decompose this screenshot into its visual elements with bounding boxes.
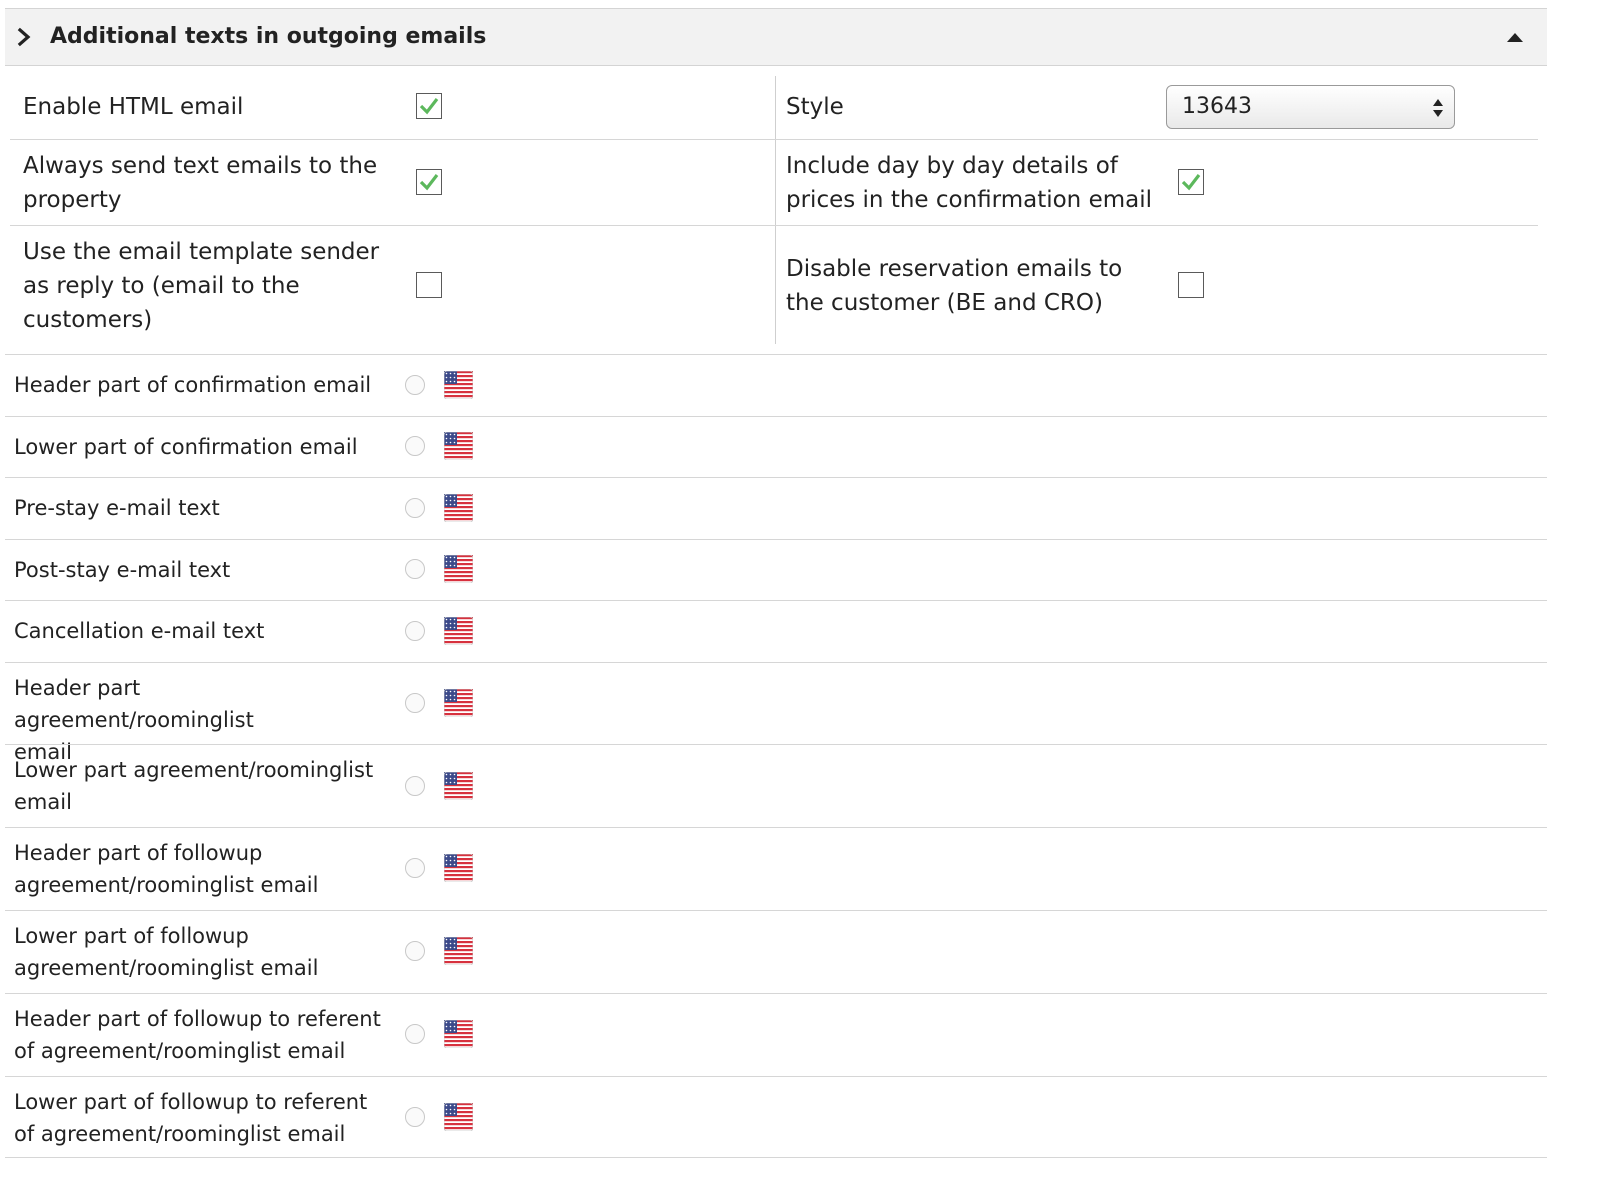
disable-reservation-emails-label: Disable reservation emails to the custom…: [786, 252, 1122, 320]
us-flag-icon[interactable]: [444, 1102, 473, 1131]
label-line: agreement/roominglist email: [14, 955, 319, 980]
email-text-row-label: Lower part agreement/roominglist email: [14, 754, 384, 818]
email-text-row: Cancellation e-mail text: [5, 600, 1547, 662]
email-text-row-label: Lower part of followup agreement/roomingl…: [14, 920, 384, 984]
email-text-row-label: Header part of confirmation email: [14, 369, 384, 401]
list-bottom-border: [5, 1157, 1547, 1158]
label-line: Lower part of followup to referent: [14, 1089, 368, 1114]
us-flag-icon[interactable]: [444, 616, 473, 645]
us-flag-icon[interactable]: [444, 432, 473, 461]
label-line: of agreement/roominglist email: [14, 1038, 346, 1063]
check-icon: [1181, 174, 1201, 191]
use-template-sender-label: Use the email template sender as reply t…: [23, 235, 379, 337]
label-line: Cancellation e-mail text: [14, 619, 265, 643]
label-line: Header part of confirmation email: [14, 373, 372, 397]
label-line: Lower part of confirmation email: [14, 434, 358, 459]
email-text-row: Header part agreement/roominglist email: [5, 661, 1547, 764]
email-text-row: Pre-stay e-mail text: [5, 477, 1547, 539]
select-arrows-icon: [1433, 99, 1443, 117]
label-line: Header part of followup: [14, 841, 263, 866]
us-flag-icon[interactable]: [444, 370, 473, 399]
row-radio[interactable]: [405, 858, 425, 879]
always-send-text-checkbox[interactable]: [416, 169, 442, 195]
row-radio[interactable]: [405, 941, 425, 962]
email-text-row-label: Lower part of confirmation email: [14, 431, 384, 463]
row-radio[interactable]: [405, 692, 425, 713]
email-text-row-label: Pre-stay e-mail text: [14, 492, 384, 524]
row-radio[interactable]: [405, 497, 425, 518]
email-text-row-label: Post-stay e-mail text: [14, 554, 384, 586]
label-line: Use the email template sender: [23, 239, 380, 265]
label-line: Lower part agreement/roominglist: [14, 758, 374, 783]
row-radio[interactable]: [405, 775, 425, 796]
style-select[interactable]: 13643: [1166, 85, 1455, 129]
label-line: of agreement/roominglist email: [14, 1121, 346, 1146]
email-text-row: Post-stay e-mail text: [5, 538, 1547, 601]
us-flag-icon[interactable]: [444, 937, 473, 966]
email-text-row-label: Header part of followup agreement/rooming…: [14, 837, 384, 901]
email-text-row: Header part of confirmation email: [5, 354, 1547, 416]
label-line: Pre-stay e-mail text: [14, 496, 220, 520]
label-line: Header part of followup to referent: [14, 1006, 381, 1031]
label-line: customers): [23, 307, 153, 333]
column-divider: [775, 76, 776, 344]
grid-separator: [10, 139, 1538, 140]
label-line: as reply to (email to the: [23, 273, 300, 299]
label-line: Include day by day details of: [786, 153, 1118, 179]
label-line: the customer (BE and CRO): [786, 290, 1103, 316]
us-flag-icon[interactable]: [444, 854, 473, 883]
row-radio[interactable]: [405, 620, 425, 641]
row-radio[interactable]: [405, 374, 425, 395]
row-radio[interactable]: [405, 1024, 425, 1045]
email-text-row: Lower part of confirmation email: [5, 415, 1547, 478]
panel-header[interactable]: Additional texts in outgoing emails: [5, 8, 1547, 66]
row-radio[interactable]: [405, 559, 425, 580]
email-text-row: Lower part agreement/roominglist email: [5, 744, 1547, 827]
email-text-row-label: Cancellation e-mail text: [14, 615, 384, 647]
label-line: Always send text emails to the: [23, 153, 378, 179]
caret-up-icon[interactable]: [1507, 33, 1523, 42]
us-flag-icon[interactable]: [444, 1020, 473, 1049]
us-flag-icon[interactable]: [444, 555, 473, 584]
include-day-by-day-label: Include day by day details of prices in …: [786, 149, 1152, 217]
style-select-value: 13643: [1182, 94, 1252, 119]
us-flag-icon[interactable]: [444, 771, 473, 800]
label-line: prices in the confirmation email: [786, 187, 1153, 213]
chevron-right-icon[interactable]: [15, 27, 35, 47]
check-icon: [419, 98, 439, 115]
label-line: Disable reservation emails to: [786, 256, 1123, 282]
grid-separator: [10, 225, 1538, 226]
row-radio[interactable]: [405, 436, 425, 457]
enable-html-email-label: Enable HTML email: [23, 94, 244, 120]
us-flag-icon[interactable]: [444, 493, 473, 522]
email-text-row: Header part of followup agreement/rooming…: [5, 827, 1547, 910]
row-radio[interactable]: [405, 1106, 425, 1127]
enable-html-email-checkbox[interactable]: [416, 93, 442, 119]
us-flag-icon[interactable]: [444, 688, 473, 717]
label-line: Header part agreement/roominglist: [14, 675, 254, 732]
include-day-by-day-checkbox[interactable]: [1178, 169, 1204, 195]
use-template-sender-checkbox[interactable]: [416, 272, 442, 298]
label-line: email: [14, 790, 72, 815]
label-line: agreement/roominglist email: [14, 873, 319, 898]
label-line: Post-stay e-mail text: [14, 557, 231, 582]
label-line: property: [23, 187, 122, 213]
email-text-row: Lower part of followup to referent of agr…: [5, 1075, 1547, 1159]
email-text-row: Header part of followup to referent of ag…: [5, 992, 1547, 1076]
label-line: Lower part of followup: [14, 923, 249, 948]
disable-reservation-emails-checkbox[interactable]: [1178, 272, 1204, 298]
email-text-row-label: Header part of followup to referent of ag…: [14, 1003, 384, 1067]
email-texts-panel: Additional texts in outgoing emails: [5, 8, 1547, 66]
always-send-text-label: Always send text emails to the property: [23, 149, 377, 217]
email-text-row: Lower part of followup agreement/roomingl…: [5, 909, 1547, 993]
panel-title: Additional texts in outgoing emails: [50, 24, 487, 49]
email-text-row-label: Lower part of followup to referent of agr…: [14, 1086, 384, 1150]
check-icon: [419, 174, 439, 191]
style-label: Style: [786, 94, 844, 120]
